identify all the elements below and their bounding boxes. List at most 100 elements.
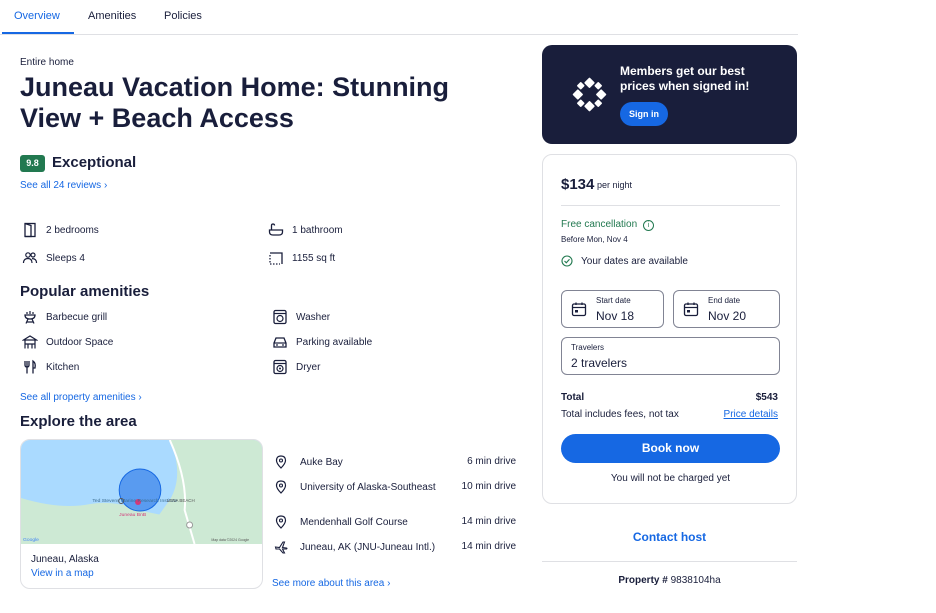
- amenity-bbq: Barbecue grill: [22, 309, 107, 325]
- rating-badge: 9.8: [20, 155, 45, 172]
- amenity-washer: Washer: [272, 309, 330, 325]
- map-city: Juneau, Alaska: [31, 554, 99, 565]
- view-in-map-link[interactable]: View in a map: [31, 568, 94, 579]
- map-pin-icon: [275, 480, 287, 494]
- travelers-field[interactable]: Travelers 2 travelers: [561, 337, 780, 375]
- property-number: Property # 9838104ha: [542, 575, 797, 586]
- amenity-parking: Parking available: [272, 334, 372, 350]
- fact-bathrooms: 1 bathroom: [268, 222, 343, 238]
- amenity-outdoor-label: Outdoor Space: [46, 336, 114, 348]
- amenity-kitchen: Kitchen: [22, 359, 79, 375]
- start-date-field[interactable]: Start date Nov 18: [561, 290, 664, 328]
- place-name: University of Alaska-Southeast: [300, 482, 436, 493]
- tab-overview[interactable]: Overview: [14, 10, 60, 22]
- area-map[interactable]: Ted Stevens Marine Research Institute LE…: [21, 440, 262, 545]
- cancellation-deadline: Before Mon, Nov 4: [561, 235, 628, 244]
- map-attribution: Map data ©2024 Google: [211, 538, 249, 542]
- see-more-area-link[interactable]: See more about this area ›: [272, 578, 390, 589]
- per-night-label: per night: [597, 180, 633, 190]
- member-promo-text: Members get our best prices when signed …: [620, 64, 750, 93]
- end-date-label: End date: [708, 296, 741, 305]
- place-name: Juneau, AK (JNU-Juneau Intl.): [300, 542, 436, 553]
- see-reviews-label: See all 24 reviews: [20, 180, 102, 191]
- travelers-value: 2 travelers: [571, 356, 628, 370]
- property-type: Entire home: [20, 57, 74, 68]
- grill-icon: [24, 311, 36, 324]
- see-more-area-label: See more about this area: [272, 578, 385, 589]
- washer-icon: [273, 309, 287, 325]
- amenity-kitchen-label: Kitchen: [46, 361, 80, 373]
- free-cancellation-label: Free cancellation: [561, 219, 638, 230]
- calendar-icon: [683, 302, 699, 317]
- square-footage-icon: [269, 252, 283, 265]
- end-date-field[interactable]: End date Nov 20: [673, 290, 780, 328]
- see-all-amenities-label: See all property amenities: [20, 392, 136, 403]
- property-number-label: Property #: [618, 575, 668, 586]
- map-label-beach: LENA BEACH: [167, 498, 195, 503]
- amenity-parking-label: Parking available: [296, 336, 373, 348]
- amenities-heading: Popular amenities: [20, 283, 150, 300]
- fact-area-label: 1155 sq ft: [292, 252, 336, 264]
- door-icon: [24, 222, 36, 238]
- place-distance: 10 min drive: [461, 481, 516, 492]
- active-tab-indicator: [2, 32, 74, 34]
- people-icon: [22, 252, 38, 264]
- fees-note: Total includes fees, not tax: [561, 409, 679, 420]
- place-name: Auke Bay: [300, 457, 343, 468]
- info-icon[interactable]: i: [642, 220, 654, 231]
- member-banner: Members get our best prices when signed …: [542, 45, 797, 144]
- map-label-bnb: Juneau BnB: [119, 512, 147, 518]
- divider: [561, 205, 780, 206]
- availability-status: Your dates are available: [581, 256, 688, 267]
- map-card[interactable]: Ted Stevens Marine Research Institute LE…: [20, 439, 263, 589]
- member-reward-icon: [572, 77, 607, 112]
- chevron-right-icon: ›: [138, 392, 142, 403]
- start-date-value: Nov 18: [596, 309, 635, 323]
- divider: [542, 561, 797, 562]
- end-date-value: Nov 20: [708, 309, 747, 323]
- booking-card: $134 per night Free cancellation i Befor…: [542, 154, 797, 504]
- total-label: Total: [561, 392, 585, 403]
- see-all-amenities-link[interactable]: See all property amenities ›: [20, 392, 142, 403]
- amenity-dryer: Dryer: [272, 359, 320, 375]
- property-number-value: 9838104ha: [670, 575, 721, 586]
- see-reviews-link[interactable]: See all 24 reviews ›: [20, 180, 107, 191]
- chevron-right-icon: ›: [103, 180, 108, 191]
- fork-knife-icon: [24, 359, 36, 374]
- tab-amenities[interactable]: Amenities: [88, 10, 136, 22]
- check-circle-icon: [561, 255, 573, 267]
- bathtub-icon: [268, 223, 284, 236]
- dryer-icon: [273, 359, 287, 375]
- map-label-institute: Ted Stevens Marine Research Institute: [92, 498, 177, 504]
- airplane-icon: [274, 541, 288, 554]
- property-title: Juneau Vacation Home: Stunning View + Be…: [20, 72, 450, 133]
- fact-area: 1155 sq ft: [268, 250, 335, 266]
- car-icon: [273, 337, 287, 348]
- fact-bedrooms-label: 2 bedrooms: [46, 224, 99, 236]
- fact-sleeps: Sleeps 4: [22, 250, 85, 266]
- free-cancellation: Free cancellation i: [561, 219, 654, 231]
- amenity-dryer-label: Dryer: [296, 361, 321, 373]
- place-distance: 6 min drive: [467, 456, 516, 467]
- sign-in-button[interactable]: Sign in: [620, 102, 668, 126]
- not-charged-note: You will not be charged yet: [610, 473, 731, 484]
- map-pin-icon: [275, 515, 287, 529]
- explore-area-heading: Explore the area: [20, 413, 137, 430]
- tab-policies[interactable]: Policies: [164, 10, 202, 22]
- outdoor-space-icon: [22, 335, 38, 349]
- amenity-outdoor: Outdoor Space: [22, 334, 113, 350]
- contact-host-link[interactable]: Contact host: [542, 530, 797, 544]
- amenity-washer-label: Washer: [296, 311, 331, 323]
- fact-bedrooms: 2 bedrooms: [22, 222, 99, 238]
- tab-bar: Overview Amenities Policies: [0, 0, 798, 35]
- book-now-button[interactable]: Book now: [561, 434, 780, 463]
- fact-sleeps-label: Sleeps 4: [46, 252, 85, 264]
- start-date-label: Start date: [596, 296, 631, 305]
- place-distance: 14 min drive: [461, 516, 516, 527]
- calendar-icon: [571, 302, 587, 317]
- place-distance: 14 min drive: [461, 541, 516, 552]
- chevron-right-icon: ›: [387, 578, 391, 589]
- total-price: $543: [755, 392, 778, 403]
- price-details-link[interactable]: Price details: [724, 409, 778, 420]
- fact-bathrooms-label: 1 bathroom: [292, 224, 343, 236]
